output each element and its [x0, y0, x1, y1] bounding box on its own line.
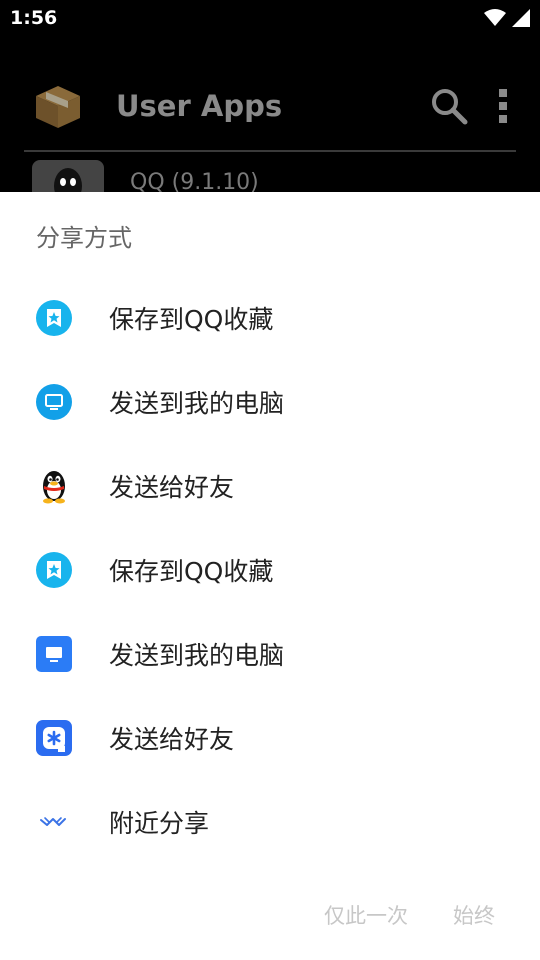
- share-item-label: 发送到我的电脑: [109, 641, 285, 670]
- share-item-label: 发送到我的电脑: [109, 389, 285, 418]
- share-item-send-to-friend[interactable]: 发送给好友: [0, 696, 540, 780]
- overflow-menu-icon[interactable]: [498, 88, 508, 124]
- app-logo-box-icon: [36, 86, 80, 128]
- qq-favorites-icon: [36, 300, 72, 336]
- share-item-save-qq-favorites[interactable]: 保存到QQ收藏: [0, 528, 540, 612]
- qq-app-icon: [32, 160, 104, 196]
- my-computer-icon: [36, 384, 72, 420]
- nearby-share-icon: [36, 804, 72, 840]
- share-item-label: 发送给好友: [109, 725, 235, 754]
- always-button[interactable]: 始终: [453, 900, 495, 930]
- share-item-label: 发送给好友: [109, 473, 235, 502]
- search-icon[interactable]: [430, 87, 468, 125]
- share-item-label: 附近分享: [109, 809, 210, 838]
- app-bar: User Apps: [0, 60, 540, 152]
- share-item-send-to-friend[interactable]: 发送给好友: [0, 444, 540, 528]
- share-item-save-qq-favorites[interactable]: 保存到QQ收藏: [0, 276, 540, 360]
- computer-square-icon: [36, 636, 72, 672]
- share-item-send-to-my-computer[interactable]: 发送到我的电脑: [0, 612, 540, 696]
- app-bar-divider: [24, 150, 516, 152]
- share-item-label: 保存到QQ收藏: [109, 557, 274, 586]
- share-item-nearby-share[interactable]: 附近分享: [0, 780, 540, 864]
- wifi-icon: [484, 9, 506, 26]
- share-sheet-title: 分享方式: [36, 224, 132, 252]
- status-time: 1:56: [10, 7, 58, 29]
- qq-favorites-icon: [36, 552, 72, 588]
- status-bar: 1:56: [0, 0, 540, 36]
- tim-icon: [36, 720, 72, 756]
- app-title: User Apps: [116, 89, 283, 123]
- just-once-button[interactable]: 仅此一次: [324, 900, 408, 930]
- qq-penguin-icon: [36, 468, 72, 504]
- share-item-label: 保存到QQ收藏: [109, 305, 274, 334]
- signal-icon: [512, 9, 530, 27]
- share-item-send-to-my-computer[interactable]: 发送到我的电脑: [0, 360, 540, 444]
- share-sheet: 分享方式 保存到QQ收藏 发送到我的电脑 发送给好友 保存到QQ收藏 发送到我的…: [0, 192, 540, 960]
